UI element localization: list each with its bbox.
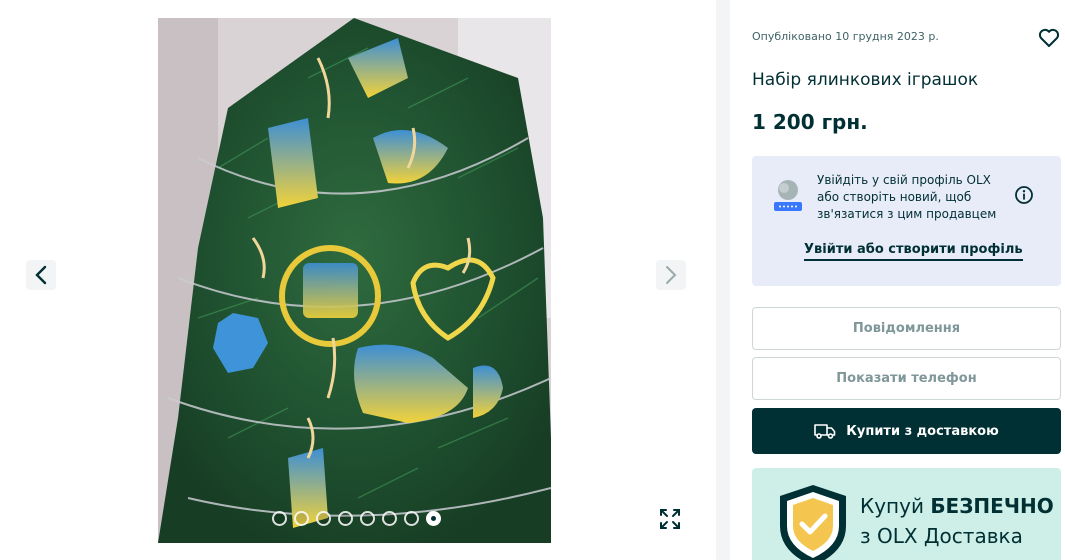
previous-photo-button[interactable] bbox=[26, 260, 56, 290]
login-or-register-link[interactable]: Увійти або створити профіль bbox=[804, 242, 1023, 261]
favorite-button[interactable] bbox=[1037, 26, 1061, 50]
promo-line-1: Купуй БЕЗПЕЧНО bbox=[860, 494, 1054, 518]
truck-icon bbox=[814, 424, 836, 439]
show-phone-button[interactable]: Показати телефон bbox=[752, 357, 1061, 400]
promo-prefix: Купуй bbox=[860, 494, 931, 518]
listing-price: 1 200 грн. bbox=[752, 110, 868, 134]
listing-photo[interactable] bbox=[158, 18, 551, 543]
listing-details-panel: Опубліковано 10 грудня 2023 р. Набір яли… bbox=[730, 0, 1065, 560]
login-prompt-text: Увійдіть у свій профіль OLX або створіть… bbox=[817, 173, 997, 221]
login-prompt-card: Увійдіть у свій профіль OLX або створіть… bbox=[752, 156, 1061, 286]
expand-icon bbox=[660, 509, 680, 529]
chevron-left-icon bbox=[35, 265, 47, 285]
message-button[interactable]: Повідомлення bbox=[752, 307, 1061, 350]
column-divider bbox=[716, 0, 730, 560]
shield-check-icon bbox=[780, 485, 846, 560]
photo-dot[interactable] bbox=[338, 511, 353, 526]
buy-with-delivery-label: Купити з доставкою bbox=[846, 423, 999, 439]
photo-dot-active[interactable] bbox=[426, 511, 441, 526]
buy-with-delivery-button[interactable]: Купити з доставкою bbox=[752, 408, 1061, 454]
chevron-right-icon bbox=[666, 266, 677, 284]
safe-delivery-banner[interactable]: Купуй БЕЗПЕЧНО з OLX Доставка bbox=[752, 468, 1061, 560]
photo-dot[interactable] bbox=[272, 511, 287, 526]
photo-pagination bbox=[272, 511, 441, 526]
heart-icon bbox=[1038, 28, 1060, 47]
promo-line-2: з OLX Доставка bbox=[860, 524, 1023, 548]
next-photo-button[interactable] bbox=[656, 260, 686, 290]
fullscreen-button[interactable] bbox=[655, 504, 685, 534]
user-avatar-icon bbox=[774, 180, 802, 211]
listing-title: Набір ялинкових іграшок bbox=[752, 70, 979, 90]
info-icon[interactable] bbox=[1014, 185, 1034, 205]
promo-bold: БЕЗПЕЧНО bbox=[930, 494, 1054, 518]
photo-dot[interactable] bbox=[294, 511, 309, 526]
christmas-tree-photo bbox=[158, 18, 551, 543]
photo-dot[interactable] bbox=[316, 511, 331, 526]
listing-page: Опубліковано 10 грудня 2023 р. Набір яли… bbox=[0, 0, 1065, 560]
published-date: Опубліковано 10 грудня 2023 р. bbox=[752, 30, 939, 43]
photo-dot[interactable] bbox=[404, 511, 419, 526]
photo-dot[interactable] bbox=[360, 511, 375, 526]
photo-dot[interactable] bbox=[382, 511, 397, 526]
photo-gallery bbox=[0, 0, 716, 560]
